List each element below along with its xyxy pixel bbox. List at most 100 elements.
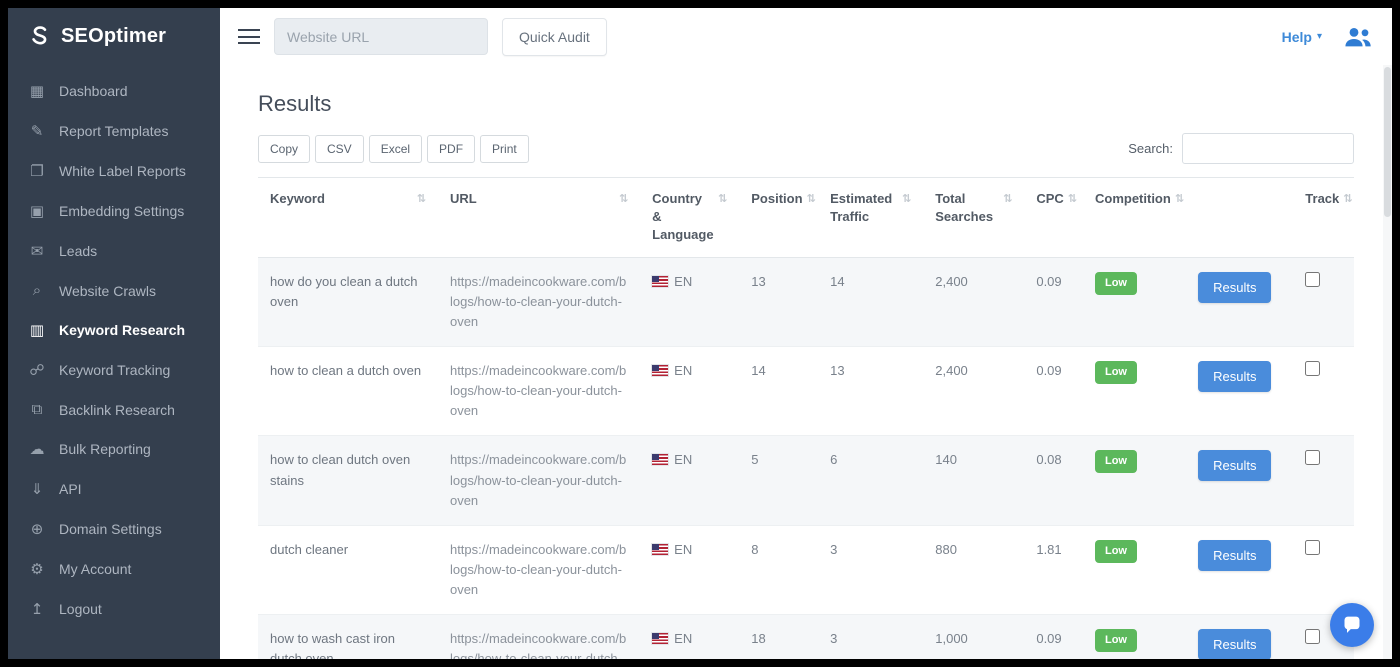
us-flag-icon: [652, 544, 668, 555]
results-button[interactable]: Results: [1198, 361, 1271, 392]
column-header-keyword[interactable]: Keyword ⇅: [258, 178, 438, 258]
sort-icon[interactable]: ⇅: [1175, 190, 1184, 205]
results-button[interactable]: Results: [1198, 450, 1271, 481]
url-cell: https://madeincookware.com/blogs/how-to-…: [438, 346, 640, 435]
export-button-pdf[interactable]: PDF: [427, 135, 475, 163]
total-searches-cell: 2,400: [923, 257, 1024, 346]
sidebar-item-leads[interactable]: ✉ Leads: [8, 231, 220, 271]
sort-icon[interactable]: ⇅: [902, 190, 911, 205]
results-button[interactable]: Results: [1198, 272, 1271, 303]
help-dropdown[interactable]: Help ▾: [1282, 29, 1322, 45]
column-header-actions[interactable]: [1186, 178, 1293, 258]
sidebar-item-white-label-reports[interactable]: ❐ White Label Reports: [8, 151, 220, 191]
export-button-csv[interactable]: CSV: [315, 135, 364, 163]
track-cell: [1293, 346, 1354, 435]
sort-icon[interactable]: ⇅: [619, 190, 628, 205]
sidebar-item-my-account[interactable]: ⚙ My Account: [8, 549, 220, 589]
track-checkbox[interactable]: [1305, 540, 1320, 555]
keyword-cell: dutch cleaner: [258, 525, 438, 614]
column-header-label: Position: [751, 190, 802, 208]
estimated-traffic-cell: 6: [818, 436, 923, 525]
vertical-scrollbar[interactable]: [1383, 65, 1392, 659]
track-checkbox[interactable]: [1305, 272, 1320, 287]
column-header-url[interactable]: URL ⇅: [438, 178, 640, 258]
brand-logo[interactable]: SEOptimer: [8, 8, 220, 65]
url-cell: https://madeincookware.com/blogs/how-to-…: [438, 525, 640, 614]
sidebar-item-api[interactable]: ⇓ API: [8, 469, 220, 509]
results-cell: Results: [1186, 615, 1293, 659]
column-header-label: Keyword: [270, 190, 413, 208]
export-buttons: Copy CSV Excel PDF Print: [258, 135, 529, 163]
cpc-cell: 0.09: [1024, 257, 1083, 346]
table-header-row: Keyword ⇅ URL ⇅ Country & Language ⇅ Pos…: [258, 178, 1354, 258]
track-checkbox[interactable]: [1305, 629, 1320, 644]
total-searches-cell: 140: [923, 436, 1024, 525]
chat-bubble-icon: [1342, 615, 1362, 635]
logout-icon: ↥: [28, 600, 46, 618]
column-header-label: CPC: [1036, 190, 1063, 208]
cpc-cell: 0.08: [1024, 436, 1083, 525]
competition-cell: Low: [1083, 525, 1186, 614]
column-header-country-language[interactable]: Country & Language ⇅: [640, 178, 739, 258]
content-area: Results Copy CSV Excel PDF Print Search:: [220, 65, 1392, 659]
chat-widget-button[interactable]: [1330, 603, 1374, 647]
column-header-competition[interactable]: Competition ⇅: [1083, 178, 1186, 258]
results-cell: Results: [1186, 525, 1293, 614]
url-cell: https://madeincookware.com/blogs/how-to-…: [438, 436, 640, 525]
sidebar-item-keyword-tracking[interactable]: ☍ Keyword Tracking: [8, 350, 220, 390]
sidebar-item-domain-settings[interactable]: ⊕ Domain Settings: [8, 509, 220, 549]
topbar: Quick Audit Help ▾: [220, 8, 1392, 65]
results-button[interactable]: Results: [1198, 540, 1271, 571]
sidebar-item-label: Logout: [59, 601, 102, 617]
sort-icon[interactable]: ⇅: [1068, 190, 1077, 205]
hamburger-menu-icon[interactable]: [238, 29, 260, 44]
sidebar: SEOptimer ▦ Dashboard ✎ Report Templates…: [8, 8, 220, 659]
sidebar-item-backlink-research[interactable]: ⧉ Backlink Research: [8, 390, 220, 429]
competition-cell: Low: [1083, 346, 1186, 435]
track-cell: [1293, 436, 1354, 525]
cpc-cell: 0.09: [1024, 346, 1083, 435]
leads-icon: ✉: [28, 242, 46, 260]
sidebar-item-keyword-research[interactable]: ▥ Keyword Research: [8, 310, 220, 350]
sidebar-item-website-crawls[interactable]: ⌕ Website Crawls: [8, 271, 220, 310]
sidebar-item-dashboard[interactable]: ▦ Dashboard: [8, 71, 220, 111]
white-label-reports-icon: ❐: [28, 162, 46, 180]
table-search-input[interactable]: [1182, 133, 1354, 164]
track-checkbox[interactable]: [1305, 361, 1320, 376]
website-url-input[interactable]: [274, 18, 488, 55]
sidebar-item-bulk-reporting[interactable]: ☁ Bulk Reporting: [8, 429, 220, 469]
competition-cell: Low: [1083, 436, 1186, 525]
column-header-label: URL: [450, 190, 615, 208]
track-checkbox[interactable]: [1305, 450, 1320, 465]
sidebar-item-label: Domain Settings: [59, 521, 162, 537]
domain-settings-icon: ⊕: [28, 520, 46, 538]
column-header-label: Estimated Traffic: [830, 190, 898, 226]
competition-cell: Low: [1083, 615, 1186, 659]
results-button[interactable]: Results: [1198, 629, 1271, 659]
sort-icon[interactable]: ⇅: [417, 190, 426, 205]
column-header-position[interactable]: Position ⇅: [739, 178, 818, 258]
sort-icon[interactable]: ⇅: [1003, 190, 1012, 205]
export-button-copy[interactable]: Copy: [258, 135, 310, 163]
table-row: how to wash cast iron dutch oven https:/…: [258, 615, 1354, 659]
sort-icon[interactable]: ⇅: [1343, 190, 1352, 205]
column-header-total-searches[interactable]: Total Searches ⇅: [923, 178, 1024, 258]
export-button-print[interactable]: Print: [480, 135, 529, 163]
sort-icon[interactable]: ⇅: [718, 190, 727, 205]
sidebar-item-logout[interactable]: ↥ Logout: [8, 589, 220, 629]
column-header-label: Competition: [1095, 190, 1171, 208]
account-users-icon[interactable]: [1342, 25, 1374, 48]
sidebar-item-report-templates[interactable]: ✎ Report Templates: [8, 111, 220, 151]
export-button-excel[interactable]: Excel: [369, 135, 422, 163]
screenshot-frame: SEOptimer ▦ Dashboard ✎ Report Templates…: [0, 0, 1400, 667]
total-searches-cell: 880: [923, 525, 1024, 614]
us-flag-icon: [652, 454, 668, 465]
column-header-cpc[interactable]: CPC ⇅: [1024, 178, 1083, 258]
quick-audit-button[interactable]: Quick Audit: [502, 18, 607, 56]
scrollbar-thumb[interactable]: [1384, 67, 1391, 217]
column-header-estimated-traffic[interactable]: Estimated Traffic ⇅: [818, 178, 923, 258]
column-header-track[interactable]: Track ⇅: [1293, 178, 1354, 258]
country-language-cell: EN: [640, 257, 739, 346]
sort-icon[interactable]: ⇅: [807, 190, 816, 205]
sidebar-item-embedding-settings[interactable]: ▣ Embedding Settings: [8, 191, 220, 231]
